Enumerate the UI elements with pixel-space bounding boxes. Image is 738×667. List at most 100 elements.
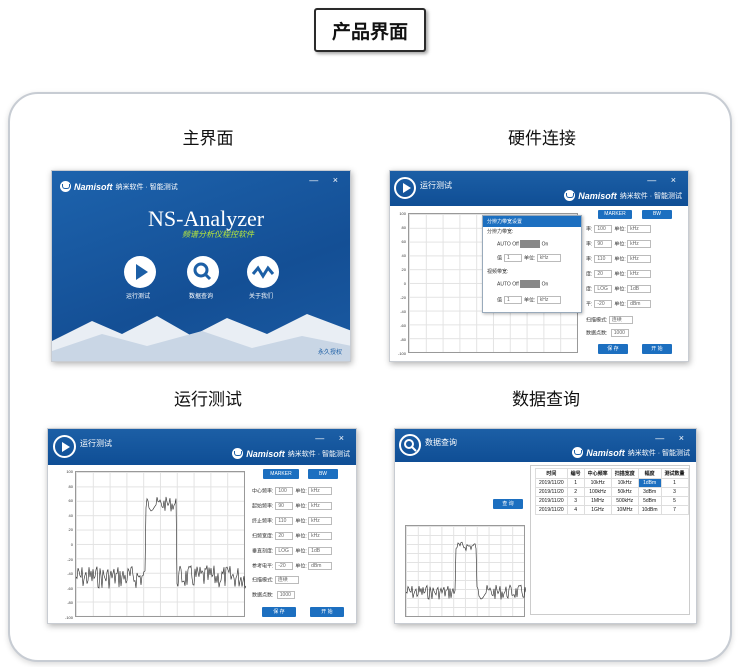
rbw-label: 分辨力带宽:	[487, 229, 514, 235]
table-cell: 1GHz	[583, 505, 612, 515]
table-cell: 5dBm	[637, 496, 662, 506]
page-header: 产品界面	[314, 8, 426, 52]
y-tick-label: -60	[400, 323, 406, 328]
table-cell: 2019/11/20	[535, 496, 568, 506]
main-ui-screenshot: Namisoft 纳米软件 · 智能测试 — × NS-Analyzer 频谱分析…	[51, 170, 351, 362]
marker-button[interactable]: MARKER	[263, 469, 299, 479]
column-header[interactable]: 幅度	[637, 468, 662, 479]
result-chart	[405, 525, 527, 617]
search-icon[interactable]	[399, 434, 421, 456]
table-cell: 1dBm	[637, 478, 662, 488]
dialog-title: 分辨力带宽设置	[483, 216, 581, 227]
caption-query: 数据查询	[512, 390, 580, 410]
y-tick-label: 60	[401, 239, 406, 244]
table-cell: 10dBm	[637, 505, 662, 515]
field-row[interactable]: 率: 110 单位: kHz	[586, 255, 652, 263]
field-row[interactable]: 扫频宽度: 20 单位: kHz	[252, 532, 333, 540]
start-button[interactable]: 开 始	[310, 607, 344, 617]
field-row[interactable]: 中心频率: 100 单位: kHz	[252, 487, 333, 495]
hardware-ui-screenshot: 运行测试 — × Namisoft 纳米软件 · 智能测试 100 80 60 40 20…	[389, 170, 689, 362]
y-tick-label: -100	[64, 615, 73, 620]
table-cell: 3	[566, 496, 585, 506]
rbw-dialog: 分辨力带宽设置 分辨力带宽: AUTO Off On 值 1 单位: kHz 视频带…	[482, 215, 582, 313]
table-cell: 2	[566, 487, 585, 497]
rbw-auto-row[interactable]: AUTO Off On	[497, 240, 548, 248]
y-tick-label: 80	[68, 483, 73, 489]
table-cell: 100kHz	[583, 487, 612, 497]
y-tick-label: 100	[66, 469, 73, 474]
column-header[interactable]: 扫描宽度	[610, 468, 639, 479]
save-button[interactable]: 保 存	[598, 344, 628, 354]
point-count-row[interactable]: 数据点数: 1000	[252, 591, 297, 599]
window-controls[interactable]: — ×	[655, 433, 690, 443]
table-row[interactable]: 2019/11/20 4 1GHz 10MHz 10dBm 7	[535, 505, 689, 515]
query-button[interactable]: 查 询	[493, 499, 523, 509]
window-controls[interactable]: — ×	[315, 433, 350, 443]
bw-button[interactable]: BW	[308, 469, 338, 479]
license-label: 永久授权	[317, 350, 342, 356]
query-ui-screenshot: 数据查询 — × Namisoft 纳米软件 · 智能测试 查 询 时间 编号 中心频…	[394, 428, 697, 624]
column-header[interactable]: 时间	[535, 468, 568, 479]
about-us-button[interactable]	[247, 256, 279, 288]
play-icon[interactable]	[53, 435, 76, 458]
trace-line	[75, 496, 247, 590]
field-row[interactable]: 垂直刻度: LOG 单位: 1dB	[252, 547, 333, 555]
field-row[interactable]: 度: LOG 单位: 1dB	[586, 285, 652, 293]
run-ui-screenshot: 运行测试 — × Namisoft 纳米软件 · 智能测试 100 80 60 40 20…	[47, 428, 357, 624]
brand-logo: Namisoft 纳米软件 · 智能测试	[572, 447, 690, 458]
caption-main: 主界面	[182, 129, 234, 149]
table-cell: 2019/11/20	[535, 505, 568, 515]
vbw-auto-row[interactable]: AUTO Off On	[497, 280, 548, 288]
mountain-graphic	[52, 314, 350, 361]
table-row[interactable]: 2019/11/20 3 1MHz 500kHz 5dBm 5	[535, 496, 689, 506]
point-count-row[interactable]: 数据点数: 1000	[586, 329, 631, 337]
field-row[interactable]: 参考电平: -20 单位: dBm	[252, 562, 333, 570]
field-row[interactable]: 度: 20 单位: kHz	[586, 270, 652, 278]
y-tick-label: 20	[68, 527, 73, 533]
y-tick-label: 80	[401, 225, 406, 230]
table-cell: 500kHz	[610, 496, 639, 506]
y-tick-label: -40	[67, 571, 73, 577]
table-row[interactable]: 2019/11/20 2 100kHz 50kHz 3dBm 3	[535, 487, 689, 497]
y-tick-label: -20	[400, 295, 406, 300]
table-row[interactable]: 2019/11/20 1 10kHz 10kHz 1dBm 1	[535, 478, 689, 488]
run-test-button[interactable]	[124, 256, 156, 288]
play-icon[interactable]	[394, 177, 416, 199]
field-row[interactable]: 终止频率: 110 单位: kHz	[252, 517, 333, 525]
table-cell: 4	[566, 505, 585, 515]
marker-button[interactable]: MARKER	[598, 210, 632, 219]
caption-run: 运行测试	[174, 390, 242, 410]
window-title: 数据查询	[425, 438, 457, 447]
vbw-value-row[interactable]: 值 1 单位: kHz	[497, 296, 561, 304]
field-row[interactable]: 平: -20 单位: dBm	[586, 300, 652, 308]
table-cell: 10kHz	[610, 478, 639, 488]
table-cell: 3	[660, 487, 689, 497]
brand-logo: Namisoft 纳米软件 · 智能测试	[564, 190, 682, 201]
column-header[interactable]: 编号	[566, 468, 585, 479]
save-button[interactable]: 保 存	[262, 607, 296, 617]
column-header[interactable]: 中心频率	[583, 468, 612, 479]
caption-hardware: 硬件连接	[508, 129, 576, 149]
y-tick-label: -20	[67, 556, 73, 562]
scan-mode-row[interactable]: 扫描模式: 连续	[586, 316, 633, 324]
column-header[interactable]: 测试数量	[660, 468, 689, 479]
spectrum-trace	[75, 496, 247, 590]
field-row[interactable]: 率: 90 单位: kHz	[586, 240, 652, 248]
y-tick-label: 40	[68, 512, 73, 518]
y-tick-label: 60	[68, 498, 73, 504]
y-tick-label: -60	[67, 585, 73, 591]
table-cell: 5	[660, 496, 689, 506]
window-controls[interactable]: — ×	[309, 175, 344, 185]
field-row[interactable]: 率: 100 单位: kHz	[586, 225, 652, 233]
table-cell: 10MHz	[610, 505, 639, 515]
trace-line	[405, 541, 527, 600]
rbw-value-row[interactable]: 值 1 单位: kHz	[497, 254, 561, 262]
window-controls[interactable]: — ×	[647, 175, 682, 185]
scan-mode-row[interactable]: 扫描模式: 连续	[252, 576, 299, 584]
field-row[interactable]: 起始频率: 90 单位: kHz	[252, 502, 333, 510]
y-tick-label: 40	[401, 253, 406, 258]
start-button[interactable]: 开 始	[642, 344, 672, 354]
bw-button[interactable]: BW	[642, 210, 672, 219]
table-cell: 50kHz	[610, 487, 639, 497]
data-query-button[interactable]	[187, 256, 219, 288]
